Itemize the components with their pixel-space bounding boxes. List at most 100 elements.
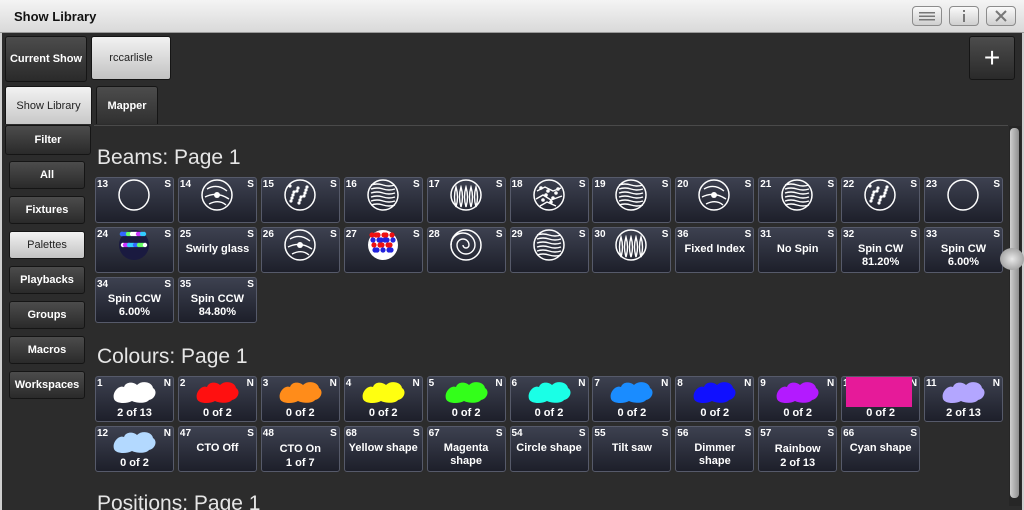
palette-tile[interactable]: 3 N 0 of 2 [260, 376, 340, 422]
palette-tile[interactable]: 28 S [426, 227, 506, 273]
info-icon[interactable] [949, 6, 979, 26]
palette-tile[interactable]: 7 N 0 of 2 [592, 376, 672, 422]
filter-palettes-button[interactable]: Palettes [9, 231, 85, 259]
palette-tile[interactable]: 25 S Swirly glass [177, 227, 257, 273]
filter-fixtures-button[interactable]: Fixtures [9, 196, 85, 224]
colour-swatch-icon [110, 379, 158, 405]
gobo-spiral-icon [448, 229, 484, 261]
scrollbar[interactable] [1000, 126, 1024, 506]
palette-tile[interactable]: 30 S [592, 227, 672, 273]
palette-tile-label: Rainbow [774, 443, 821, 455]
palette-tile[interactable]: 12 N 0 of 2 [95, 426, 174, 472]
palette-tile[interactable]: 34 S Spin CCW 6.00% [95, 277, 174, 323]
gobo-lines-icon [613, 179, 649, 211]
palette-tile[interactable]: 18 S [509, 177, 589, 223]
palette-tile[interactable]: 14 S [177, 177, 257, 223]
palette-tile-usage: 0 of 2 [368, 407, 398, 419]
palette-tile[interactable]: 17 S [426, 177, 506, 223]
filter-playbacks-button[interactable]: Playbacks [9, 266, 85, 294]
palette-tile[interactable]: 47 S CTO Off [177, 426, 257, 472]
palette-tile-number: 3 [262, 378, 269, 389]
gobo-shatter-icon [531, 179, 567, 211]
palette-tile[interactable]: 55 S Tilt saw [592, 426, 672, 472]
palette-tile[interactable]: 67 S Magenta shape [426, 426, 506, 472]
palette-tile[interactable]: 16 S [343, 177, 423, 223]
palette-tile-flag: S [578, 229, 586, 240]
palette-tile[interactable]: 22 S [841, 177, 921, 223]
palette-tile-flag: S [993, 229, 1000, 240]
filter-button[interactable]: Filter [5, 125, 91, 155]
palette-tile-flag: S [661, 229, 669, 240]
colour-swatch-icon [525, 379, 573, 405]
palette-tile[interactable]: 26 S [260, 227, 340, 273]
filter-all-button[interactable]: All [9, 161, 85, 189]
palette-tile-label: Tilt saw [611, 442, 652, 454]
filter-workspaces-button[interactable]: Workspaces [9, 371, 85, 399]
palette-tile-number: 35 [179, 279, 192, 290]
palette-tile-flag: S [413, 229, 420, 240]
palette-tile-flag: N [412, 378, 420, 389]
palette-tile-flag: S [744, 229, 752, 240]
palette-tile-usage: 0 of 2 [285, 407, 315, 419]
filter-macros-button[interactable]: Macros [9, 336, 85, 364]
palette-tile[interactable]: 31 S No Spin [758, 227, 838, 273]
menu-icon[interactable] [912, 6, 942, 26]
palette-tile[interactable]: 68 S Yellow shape [343, 426, 423, 472]
filter-groups-button[interactable]: Groups [9, 301, 85, 329]
palette-tile[interactable]: 32 S Spin CW 81.20% [841, 227, 921, 273]
palette-tile[interactable]: 66 S Cyan shape [841, 426, 921, 472]
palette-tile-flag: S [827, 179, 835, 190]
close-icon[interactable] [986, 6, 1016, 26]
palette-tile-number: 30 [594, 229, 606, 240]
current-show-button[interactable]: Current Show [5, 36, 87, 82]
palette-tile[interactable]: 54 S Circle shape [509, 426, 589, 472]
palette-tile-flag: S [413, 428, 420, 439]
gobo-flames-icon [448, 179, 484, 211]
palette-tile[interactable]: 13 S [95, 177, 174, 223]
gobo-lines-icon [779, 179, 815, 211]
palette-tile[interactable]: 48 S CTO On 1 of 7 [260, 426, 340, 472]
palette-tile[interactable]: 15 S [260, 177, 340, 223]
palette-tile[interactable]: 5 N 0 of 2 [426, 376, 506, 422]
palette-tile[interactable]: 23 S [924, 177, 1003, 223]
palette-tile-number: 5 [428, 378, 435, 389]
scrollbar-thumb[interactable] [1010, 128, 1019, 498]
scroll-grip-handle[interactable] [1000, 248, 1024, 270]
palette-tile[interactable]: 33 S Spin CW 6.00% [924, 227, 1003, 273]
palette-tile[interactable]: 9 N 0 of 2 [758, 376, 838, 422]
palette-tile-flag: N [329, 378, 337, 389]
palette-tile[interactable]: 21 S [758, 177, 838, 223]
palette-tile[interactable]: 27 S [343, 227, 423, 273]
palette-tile[interactable]: 20 S [675, 177, 755, 223]
palette-tile[interactable]: 29 S [509, 227, 589, 273]
palette-tile-label: Yellow shape [348, 442, 418, 454]
palette-tile[interactable]: 10N0 of 2 [841, 376, 921, 422]
palette-tile[interactable]: 24 S [95, 227, 174, 273]
gobo-lines-icon [531, 229, 567, 261]
palette-tile[interactable]: 4 N 0 of 2 [343, 376, 423, 422]
palette-tile[interactable]: 57 S Rainbow 2 of 13 [758, 426, 838, 472]
gobo-lines-icon [365, 179, 401, 211]
palette-tile-number: 55 [594, 428, 606, 439]
section-title-positions: Positions: Page 1 [97, 492, 261, 510]
show-name-button[interactable]: rccarlisle [91, 36, 171, 80]
palette-tile[interactable]: 19 S [592, 177, 672, 223]
palette-tile-usage: 0 of 2 [866, 407, 895, 419]
palette-tile[interactable]: 11 N 2 of 13 [924, 376, 1003, 422]
palette-tile-number: 34 [97, 279, 109, 290]
palette-tile-number: 19 [594, 179, 606, 190]
palette-tile-number: 56 [677, 428, 689, 439]
palette-tile-flag: S [661, 179, 669, 190]
add-button[interactable]: + [969, 36, 1015, 80]
palette-tile[interactable]: 2 N 0 of 2 [177, 376, 257, 422]
tab-mapper[interactable]: Mapper [96, 86, 158, 124]
palette-tile-label: Spin CW 81.20% [857, 243, 904, 268]
palette-tile[interactable]: 1 N 2 of 13 [95, 376, 174, 422]
palette-tile[interactable]: 36 S Fixed Index [675, 227, 755, 273]
tab-show-library[interactable]: Show Library [5, 86, 92, 124]
palette-tile[interactable]: 8 N 0 of 2 [675, 376, 755, 422]
palette-tile[interactable]: 56 S Dimmer shape [675, 426, 755, 472]
section-title-colours: Colours: Page 1 [97, 345, 248, 368]
palette-tile[interactable]: 35 S Spin CCW 84.80% [177, 277, 257, 323]
palette-tile[interactable]: 6 N 0 of 2 [509, 376, 589, 422]
